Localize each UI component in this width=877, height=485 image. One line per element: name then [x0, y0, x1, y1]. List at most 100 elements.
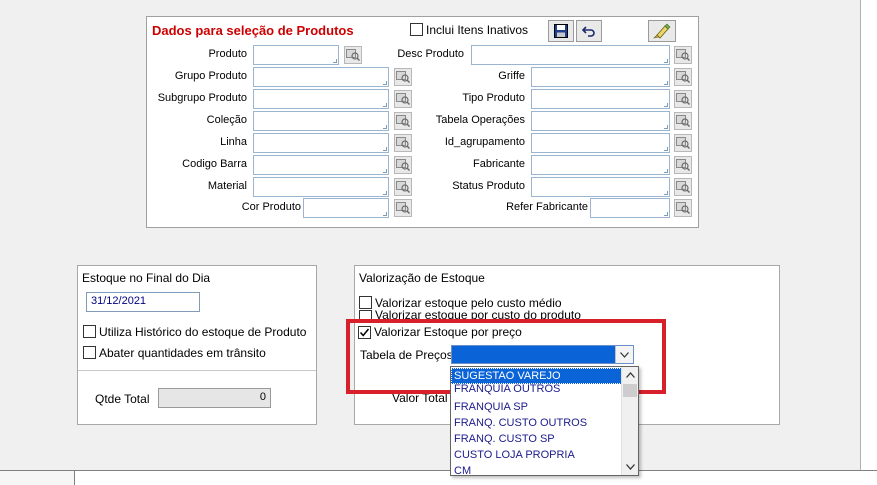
field-cor-produto-lookup-button[interactable]	[394, 199, 412, 217]
lookup-icon	[396, 202, 410, 214]
field-produto-lookup-button[interactable]	[344, 46, 362, 64]
field-colecao-label: Coleção	[206, 114, 247, 126]
field-tabela-operacoes-lookup-button[interactable]	[674, 112, 692, 130]
use-history-label: Utiliza Histórico do estoque de Produto	[99, 325, 307, 339]
scroll-up-button[interactable]	[622, 367, 639, 383]
lookup-icon	[676, 49, 690, 61]
field-desc-produto-input[interactable]	[471, 45, 670, 65]
include-inactive-label: Inclui Itens Inativos	[426, 23, 529, 37]
bottom-tab[interactable]	[0, 471, 75, 485]
field-codigo-barra-input[interactable]	[253, 155, 389, 175]
field-subgrupo-produto-input[interactable]	[253, 89, 389, 109]
right-panel-edge	[860, 0, 877, 470]
chevron-up-icon	[626, 372, 635, 378]
field-desc-produto-lookup-button[interactable]	[674, 46, 692, 64]
field-cor-produto-label: Cor Produto	[241, 201, 301, 213]
field-produto-label: Produto	[208, 48, 247, 60]
scroll-thumb[interactable]	[623, 384, 637, 397]
field-id-agrupamento-input[interactable]	[531, 133, 670, 153]
price-table-select[interactable]	[451, 345, 634, 364]
field-fabricante-input[interactable]	[531, 155, 670, 175]
field-status-produto-input[interactable]	[531, 177, 670, 197]
dropdown-option[interactable]: FRANQUIA SP	[451, 399, 622, 415]
avg-cost-label: Valorizar estoque pelo custo médio	[375, 296, 562, 310]
dropdown-option[interactable]: FRANQ. CUSTO SP	[451, 431, 622, 447]
total-qty-field: 0	[158, 388, 271, 408]
field-colecao-lookup-button[interactable]	[394, 112, 412, 130]
field-material-label: Material	[207, 180, 247, 192]
field-grupo-produto-input[interactable]	[253, 67, 389, 87]
divider	[78, 370, 316, 371]
field-tipo-produto-input[interactable]	[531, 89, 670, 109]
field-produto-input[interactable]	[253, 45, 339, 65]
include-inactive-checkbox[interactable]	[410, 23, 423, 36]
lookup-icon	[396, 181, 410, 193]
field-linha-lookup-button[interactable]	[394, 134, 412, 152]
use-history-checkbox[interactable]	[83, 325, 96, 338]
lookup-icon	[396, 115, 410, 127]
price-table-dropdown-button[interactable]	[615, 346, 633, 363]
field-material-lookup-button[interactable]	[394, 178, 412, 196]
lookup-icon	[396, 71, 410, 83]
bottom-bar	[0, 470, 877, 485]
field-fabricante-label: Fabricante	[473, 158, 525, 170]
stock-date-input[interactable]: 31/12/2021	[86, 292, 200, 312]
save-icon	[554, 24, 568, 38]
product-selection-title: Dados para seleção de Produtos	[152, 23, 354, 38]
price-table-dropdown-list: SUGESTAO VAREJO FRANQUIA OUTROS FRANQUIA S…	[450, 366, 639, 479]
lookup-icon	[676, 181, 690, 193]
field-material-input[interactable]	[253, 177, 389, 197]
field-grupo-produto-lookup-button[interactable]	[394, 68, 412, 86]
field-cor-produto-input[interactable]	[303, 198, 389, 218]
lookup-icon	[676, 202, 690, 214]
clear-filter-button[interactable]	[648, 20, 676, 42]
field-codigo-barra-lookup-button[interactable]	[394, 156, 412, 174]
field-fabricante-lookup-button[interactable]	[674, 156, 692, 174]
lookup-icon	[396, 159, 410, 171]
end-of-day-stock-group: Estoque no Final do Dia 31/12/2021 Utili…	[77, 265, 317, 425]
field-griffe-input[interactable]	[531, 67, 670, 87]
field-id-agrupamento-lookup-button[interactable]	[674, 134, 692, 152]
dropdown-option[interactable]: CUSTO LOJA PROPRIA	[451, 447, 622, 463]
field-subgrupo-produto-lookup-button[interactable]	[394, 90, 412, 108]
field-id-agrupamento-label: Id_agrupamento	[444, 136, 525, 148]
avg-cost-checkbox[interactable]	[359, 296, 372, 309]
dropdown-option[interactable]: FRANQ. CUSTO OUTROS	[451, 415, 622, 431]
by-price-label: Valorizar Estoque por preço	[374, 325, 522, 339]
stock-valuation-title: Valorização de Estoque	[359, 271, 485, 285]
by-price-checkbox[interactable]	[358, 326, 371, 339]
field-refer-fabricante-label: Refer Fabricante	[506, 201, 588, 213]
field-griffe-lookup-button[interactable]	[674, 68, 692, 86]
chevron-down-icon	[626, 464, 635, 470]
field-colecao-input[interactable]	[253, 111, 389, 131]
chevron-down-icon	[620, 351, 629, 358]
dropdown-option[interactable]: SUGESTAO VAREJO	[451, 368, 622, 384]
subtract-transit-label: Abater quantidades em trânsito	[99, 346, 266, 360]
field-tipo-produto-label: Tipo Produto	[462, 92, 525, 104]
dropdown-option[interactable]: FRANQUIA OUTROS	[451, 384, 622, 399]
total-qty-label: Qtde Total	[95, 392, 150, 406]
dropdown-option[interactable]: CM	[451, 463, 622, 479]
field-tabela-operacoes-input[interactable]	[531, 111, 670, 131]
undo-button[interactable]	[576, 20, 602, 42]
scroll-down-button[interactable]	[622, 459, 639, 475]
checkmark-icon	[359, 328, 370, 337]
dropdown-scrollbar[interactable]	[621, 367, 638, 475]
field-linha-label: Linha	[220, 136, 247, 148]
field-tipo-produto-lookup-button[interactable]	[674, 90, 692, 108]
field-griffe-label: Griffe	[498, 70, 525, 82]
subtract-transit-checkbox[interactable]	[83, 346, 96, 359]
field-grupo-produto-label: Grupo Produto	[174, 70, 247, 82]
lookup-icon	[676, 71, 690, 83]
lookup-icon	[676, 137, 690, 149]
field-status-produto-lookup-button[interactable]	[674, 178, 692, 196]
field-refer-fabricante-lookup-button[interactable]	[674, 199, 692, 217]
field-codigo-barra-label: Codigo Barra	[182, 158, 247, 170]
field-refer-fabricante-input[interactable]	[590, 198, 670, 218]
field-linha-input[interactable]	[253, 133, 389, 153]
save-button[interactable]	[548, 20, 574, 42]
undo-icon	[582, 26, 595, 37]
end-of-day-stock-title: Estoque no Final do Dia	[82, 271, 211, 285]
field-status-produto-label: Status Produto	[452, 180, 525, 192]
field-tabela-operacoes-label: Tabela Operações	[435, 114, 525, 126]
